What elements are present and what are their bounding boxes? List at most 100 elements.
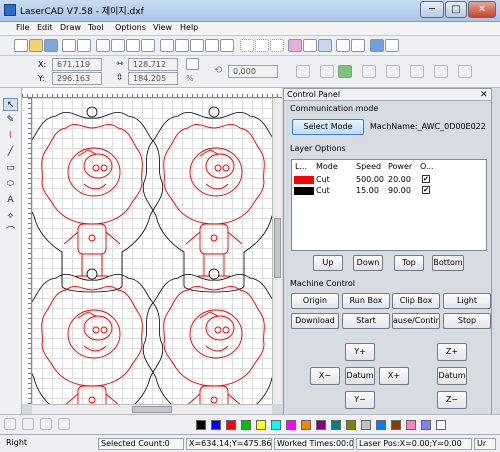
column-header-speed[interactable]: Speed — [356, 162, 381, 171]
column-header-mode[interactable]: Mode — [316, 162, 338, 171]
save-icon[interactable] — [44, 39, 58, 52]
cut-icon[interactable] — [96, 39, 110, 52]
space-tool-icon[interactable] — [58, 418, 70, 430]
rectangle-tool-icon[interactable]: ▭ — [3, 162, 18, 175]
maximize-button[interactable]: □ — [445, 1, 467, 18]
close-button[interactable]: ✕ — [468, 1, 496, 18]
text-tool-icon[interactable] — [303, 39, 317, 52]
layer-icon[interactable] — [338, 65, 352, 78]
node-edit-icon[interactable] — [288, 39, 302, 52]
text-tool-icon[interactable]: A — [3, 194, 18, 207]
column-header-layer[interactable]: L... — [295, 162, 307, 171]
color-swatch[interactable] — [301, 420, 311, 430]
align-icon[interactable] — [270, 39, 284, 52]
layer-row[interactable]: Cut 15.00 90.00 ✔ — [292, 185, 486, 196]
jog-z-plus-button[interactable]: Z+ — [437, 343, 467, 361]
column-header-output[interactable]: O... — [420, 162, 434, 171]
cloud-icon[interactable] — [296, 65, 310, 78]
color-swatch[interactable] — [376, 420, 386, 430]
select-tool-icon[interactable]: ↖ — [3, 98, 18, 111]
layer-bottom-button[interactable]: Bottom — [432, 255, 464, 271]
jog-z-minus-button[interactable]: Z− — [437, 391, 467, 409]
ellipse-tool-icon[interactable]: ⬭ — [3, 178, 18, 191]
zoom-in-icon[interactable] — [175, 39, 189, 52]
preview-icon[interactable] — [385, 39, 399, 52]
origin-button[interactable]: Origin — [291, 293, 339, 309]
column-header-power[interactable]: Power — [388, 162, 412, 171]
y-position-field[interactable]: 296.163 — [52, 72, 102, 85]
pen-tool-icon[interactable]: ✎ — [3, 114, 18, 127]
select-mode-button[interactable]: Select Mode — [292, 119, 364, 135]
light-button[interactable]: Light — [443, 293, 491, 309]
pan-icon[interactable] — [160, 39, 174, 52]
layer-output-checkbox[interactable]: ✔ — [422, 186, 430, 194]
menu-help[interactable]: Help — [180, 23, 198, 32]
color-swatch[interactable] — [226, 420, 236, 430]
menu-options[interactable]: Options — [115, 23, 146, 32]
color-swatch[interactable] — [391, 420, 401, 430]
undo-icon[interactable] — [126, 39, 140, 52]
height-field[interactable]: 184.205 — [128, 72, 178, 85]
layer-up-button[interactable]: Up — [313, 255, 343, 271]
vertical-scroll-thumb[interactable] — [274, 218, 281, 278]
center-tool-icon[interactable] — [40, 418, 52, 430]
pause-continue-button[interactable]: ause/Contin — [392, 313, 440, 329]
group-icon[interactable] — [240, 39, 254, 52]
panel-close-icon[interactable]: ✕ — [480, 90, 488, 100]
angle-field[interactable]: 0,000 — [228, 65, 278, 78]
offset-icon[interactable] — [351, 39, 365, 52]
align-left-icon[interactable] — [320, 65, 334, 78]
jog-y-plus-button[interactable]: Y+ — [345, 343, 375, 361]
vertical-scrollbar[interactable] — [272, 98, 282, 404]
distribute-icon[interactable] — [410, 65, 424, 78]
menu-draw[interactable]: Draw — [60, 23, 81, 32]
color-swatch[interactable] — [361, 420, 371, 430]
run-box-button[interactable]: Run Box — [342, 293, 390, 309]
layer-table[interactable]: L... Mode Speed Power O... Cut 500.00 20… — [291, 159, 487, 251]
minimize-button[interactable]: ─ — [420, 1, 444, 18]
stop-button[interactable]: Stop — [443, 313, 491, 329]
color-swatch[interactable] — [436, 420, 446, 430]
import-icon[interactable] — [62, 39, 76, 52]
color-swatch[interactable] — [406, 420, 416, 430]
zoom-fit-icon[interactable] — [205, 39, 219, 52]
target-icon[interactable] — [370, 39, 384, 52]
menu-tool[interactable]: Tool — [88, 23, 104, 32]
zoom-out-icon[interactable] — [190, 39, 204, 52]
color-swatch[interactable] — [286, 420, 296, 430]
jog-y-minus-button[interactable]: Y− — [345, 391, 375, 409]
color-swatch[interactable] — [346, 420, 356, 430]
curve-tool-icon[interactable]: ⌇ — [3, 130, 18, 143]
layer-down-button[interactable]: Down — [353, 255, 383, 271]
array-icon[interactable] — [318, 39, 332, 52]
color-swatch[interactable] — [271, 420, 281, 430]
z-datum-button[interactable]: Datum — [437, 367, 467, 385]
lock-ratio-icon[interactable] — [186, 58, 199, 70]
redo-icon[interactable] — [141, 39, 155, 52]
color-swatch[interactable] — [331, 420, 341, 430]
line-tool-icon[interactable]: ╱ — [3, 146, 18, 159]
layer-row[interactable]: Cut 500.00 20.00 ✔ — [292, 174, 486, 185]
menu-view[interactable]: View — [153, 23, 172, 32]
color-swatch[interactable] — [241, 420, 251, 430]
menu-edit[interactable]: Edit — [37, 23, 53, 32]
grid-icon[interactable] — [458, 65, 472, 78]
new-file-icon[interactable] — [14, 39, 28, 52]
color-swatch[interactable] — [316, 420, 326, 430]
jog-datum-button[interactable]: Datum — [345, 367, 375, 385]
clip-box-button[interactable]: Clip Box — [392, 293, 440, 309]
horizontal-scroll-thumb[interactable] — [132, 406, 172, 413]
mirror-h-icon[interactable] — [362, 65, 376, 78]
same-size-icon[interactable] — [434, 65, 448, 78]
jog-x-minus-button[interactable]: X− — [310, 367, 340, 385]
color-swatch[interactable] — [421, 420, 431, 430]
arc-tool-icon[interactable]: ⌒ — [3, 226, 18, 239]
x-position-field[interactable]: 671.119 — [52, 58, 102, 71]
mirror-v-icon[interactable] — [386, 65, 400, 78]
node-tool-icon[interactable]: ⟡ — [3, 210, 18, 223]
color-swatch[interactable] — [211, 420, 221, 430]
layer-top-button[interactable]: Top — [394, 255, 424, 271]
align-tool-icon[interactable] — [4, 418, 16, 430]
jog-x-plus-button[interactable]: X+ — [379, 367, 409, 385]
open-file-icon[interactable] — [29, 39, 43, 52]
